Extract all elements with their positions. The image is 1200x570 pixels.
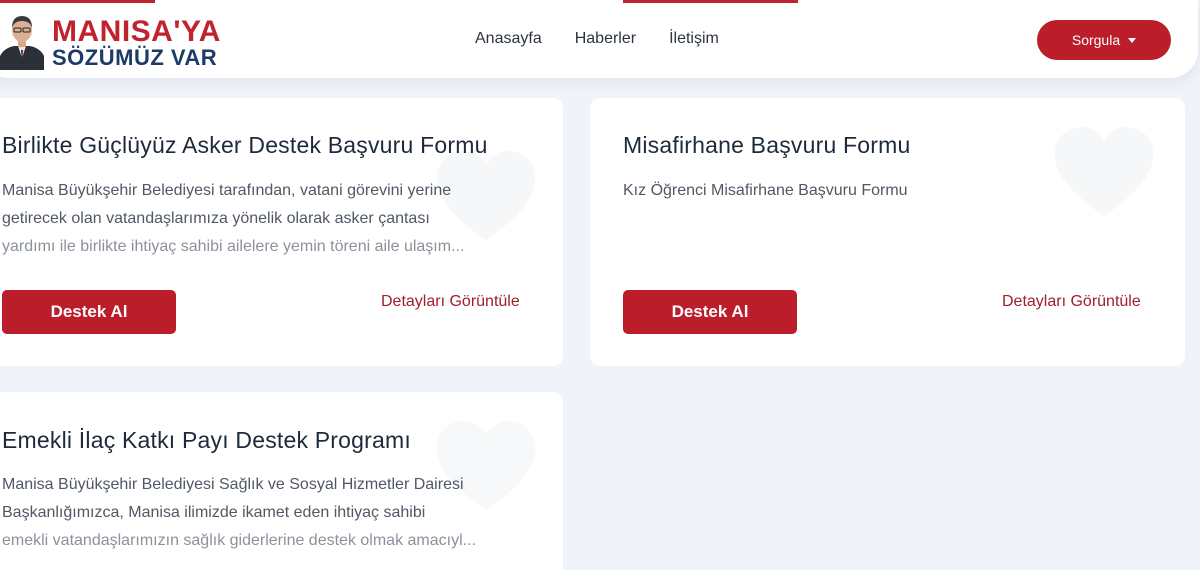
description-line: yardımı ile birlikte ihtiyaç sahibi aile… <box>2 238 465 255</box>
card-title: Emekli İlaç Katkı Payı Destek Programı <box>2 427 411 453</box>
caret-down-icon <box>1128 38 1137 43</box>
support-card: Emekli İlaç Katkı Payı Destek Programı M… <box>0 392 563 570</box>
nav-iletisim[interactable]: İletişim <box>669 30 719 48</box>
destek-al-button[interactable]: Destek Al <box>623 290 797 334</box>
site-logo[interactable]: MANISA'YA SÖZÜMÜZ VAR <box>0 8 230 72</box>
support-card: Misafirhane Başvuru Formu Kız Öğrenci Mi… <box>590 98 1185 366</box>
description-line: getirecek olan vatandaşlarımıza yönelik … <box>2 210 430 227</box>
card-description: Kız Öğrenci Misafirhane Başvuru Formu <box>623 177 1143 205</box>
nav-haberler[interactable]: Haberler <box>575 30 636 48</box>
heart-icon <box>1054 126 1154 217</box>
description-line: Başkanlığımızca, Manisa ilimizde ikamet … <box>2 504 426 521</box>
details-link[interactable]: Detayları Görüntüle <box>1002 293 1141 311</box>
sorgula-dropdown-button[interactable]: Sorgula <box>1037 20 1171 60</box>
logo-line-2: SÖZÜMÜZ VAR <box>52 45 218 70</box>
description-line: Kız Öğrenci Misafirhane Başvuru Formu <box>623 182 908 199</box>
card-title: Misafirhane Başvuru Formu <box>623 132 911 158</box>
sorgula-label: Sorgula <box>1071 32 1121 48</box>
card-description: Manisa Büyükşehir Belediyesi Sağlık ve S… <box>2 471 537 555</box>
main-nav: Anasayfa Haberler İletişim <box>475 30 719 48</box>
card-title: Birlikte Güçlüyüz Asker Destek Başvuru F… <box>2 132 488 158</box>
site-header: MANISA'YA SÖZÜMÜZ VAR Anasayfa Haberler … <box>0 0 1198 78</box>
nav-anasayfa[interactable]: Anasayfa <box>475 30 542 48</box>
destek-al-button[interactable]: Destek Al <box>2 290 176 334</box>
person-portrait <box>0 12 44 70</box>
header-accent-bar <box>623 0 798 3</box>
header-accent-bar <box>0 0 155 3</box>
description-line: emekli vatandaşlarımızın sağlık giderler… <box>2 532 476 549</box>
logo-line-1: MANISA'YA <box>52 15 221 48</box>
support-card: Birlikte Güçlüyüz Asker Destek Başvuru F… <box>0 98 563 366</box>
card-description: Manisa Büyükşehir Belediyesi tarafından,… <box>2 177 537 261</box>
details-link[interactable]: Detayları Görüntüle <box>381 293 520 311</box>
description-line: Manisa Büyükşehir Belediyesi Sağlık ve S… <box>2 476 464 493</box>
description-line: Manisa Büyükşehir Belediyesi tarafından,… <box>2 182 452 199</box>
page: MANISA'YA SÖZÜMÜZ VAR Anasayfa Haberler … <box>0 0 1200 570</box>
